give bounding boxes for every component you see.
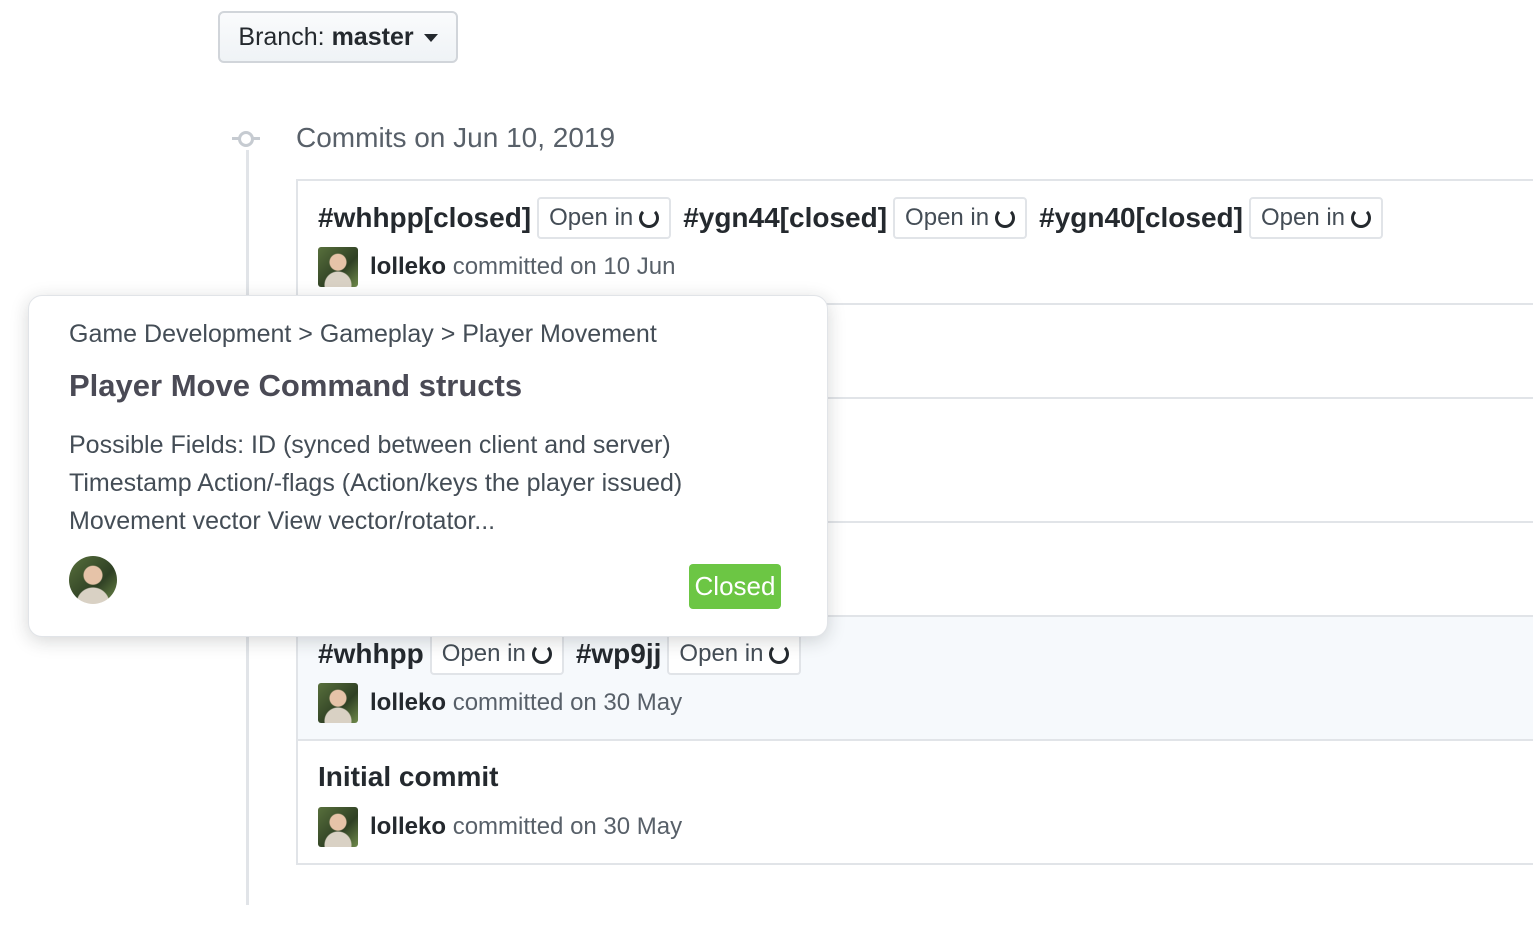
commit-title-link[interactable]: Initial commit (318, 761, 498, 793)
open-in-label: Open in (549, 204, 634, 231)
issue-link[interactable]: #ygn40[closed] (1039, 202, 1243, 234)
description-line: Movement vector View vector/rotator... (69, 507, 496, 535)
commit-node-icon (232, 131, 260, 147)
hovercard-description: Possible Fields: ID (synced between clie… (69, 426, 799, 540)
description-line: Timestamp Action/-flags (Action/keys the… (69, 469, 683, 497)
open-in-label: Open in (905, 204, 990, 231)
issue-link[interactable]: #wp9jj (576, 638, 662, 670)
commit-meta: committed on 30 May (452, 689, 683, 716)
app-logo-icon (531, 644, 552, 664)
caret-down-icon (423, 34, 438, 42)
open-in-label: Open in (679, 640, 764, 667)
branch-select-button[interactable]: Branch: master (218, 11, 458, 63)
author-link[interactable]: lolleko (370, 813, 446, 840)
author-avatar[interactable] (318, 807, 358, 847)
open-in-button[interactable]: Open in (893, 197, 1028, 239)
author-link[interactable]: lolleko (370, 689, 446, 716)
commit-group-title: Commits on Jun 10, 2019 (296, 122, 616, 153)
commit-row: #whhpp[closed] Open in #ygn44[closed] Op… (298, 181, 1533, 305)
hovercard-title[interactable]: Player Move Command structs (69, 368, 522, 404)
description-line: Possible Fields: ID (synced between clie… (69, 431, 671, 459)
open-in-label: Open in (441, 640, 526, 667)
issue-link[interactable]: #whhpp[closed] (318, 202, 531, 234)
status-badge: Closed (689, 564, 781, 609)
open-in-button[interactable]: Open in (429, 633, 564, 675)
commit-meta: committed on 10 Jun (452, 253, 676, 280)
app-logo-icon (995, 208, 1016, 228)
issue-hovercard: Game Development > Gameplay > Player Mov… (28, 295, 828, 637)
open-in-button[interactable]: Open in (667, 633, 802, 675)
open-in-button[interactable]: Open in (537, 197, 672, 239)
app-logo-icon (769, 644, 790, 664)
app-logo-icon (1351, 208, 1372, 228)
branch-label: Branch: (238, 22, 325, 51)
author-avatar[interactable] (318, 683, 358, 723)
open-in-button[interactable]: Open in (1248, 197, 1384, 239)
app-logo-icon (639, 208, 660, 228)
open-in-label: Open in (1260, 204, 1346, 231)
hovercard-breadcrumb[interactable]: Game Development > Gameplay > Player Mov… (69, 320, 657, 349)
author-avatar[interactable] (318, 247, 358, 287)
author-link[interactable]: lolleko (370, 253, 446, 280)
issue-link[interactable]: #whhpp (318, 638, 424, 670)
commit-meta: committed on 30 May (452, 813, 683, 840)
branch-value: master (331, 22, 414, 51)
commit-row: Initial commit lolleko committed on 30 M… (298, 741, 1533, 865)
assignee-avatar[interactable] (69, 556, 117, 604)
issue-link[interactable]: #ygn44[closed] (683, 202, 887, 234)
